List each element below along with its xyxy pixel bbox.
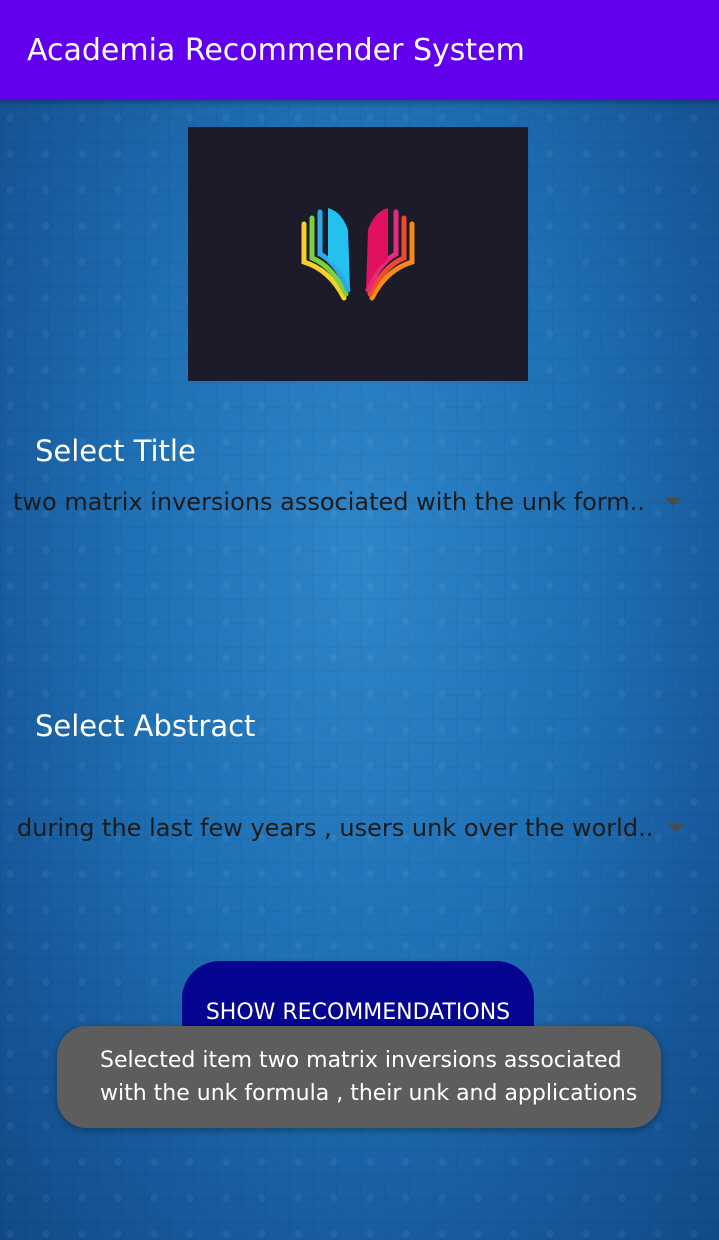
abstract-spinner[interactable]: during the last few years , users unk ov… — [0, 804, 719, 852]
toast-text: Selected item two matrix inversions asso… — [100, 1048, 638, 1106]
title-spinner[interactable]: two matrix inversions associated with th… — [0, 478, 719, 526]
select-abstract-label: Select Abstract — [35, 709, 256, 743]
select-title-label: Select Title — [35, 434, 196, 468]
title-spinner-value: two matrix inversions associated with th… — [13, 488, 645, 516]
app-logo — [188, 127, 528, 381]
show-recommendations-label: SHOW RECOMMENDATIONS — [205, 1000, 511, 1025]
dropdown-arrow-icon — [665, 498, 681, 506]
open-book-logo-icon — [301, 208, 415, 301]
app-bar: Academia Recommender System — [0, 0, 719, 100]
toast-message: Selected item two matrix inversions asso… — [57, 1026, 661, 1128]
app-title: Academia Recommender System — [27, 33, 525, 68]
dropdown-arrow-icon — [668, 824, 684, 832]
abstract-spinner-value: during the last few years , users unk ov… — [17, 814, 654, 842]
